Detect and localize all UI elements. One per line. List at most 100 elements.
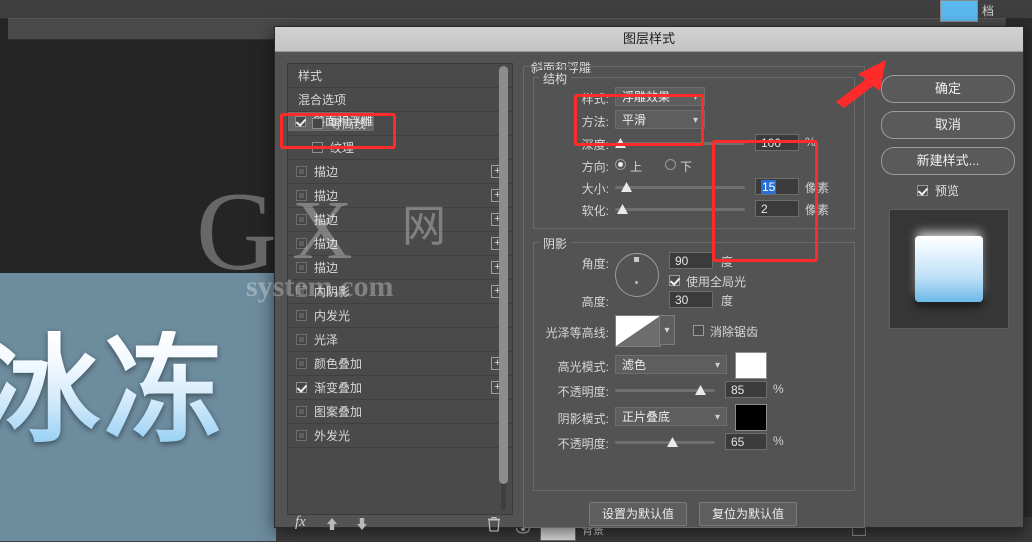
effect-list-item[interactable]: 内发光 [288,304,512,328]
highlight-mode-label: 高光模式: [537,358,609,375]
effect-enable-checkbox[interactable] [296,310,307,321]
effect-list-item-label: 光泽 [314,331,338,348]
cancel-button[interactable]: 取消 [881,111,1015,139]
effect-list-item-label: 颜色叠加 [314,355,362,372]
direction-up-radio[interactable] [615,159,626,170]
effect-list-item[interactable]: 外发光 [288,424,512,448]
dialog-title: 图层样式 [275,27,1023,52]
effect-list-item-label: 描边 [314,235,338,252]
effect-enable-checkbox[interactable] [296,190,307,201]
foreground-color-swatch[interactable] [940,0,978,22]
global-light-checkbox[interactable] [669,275,680,286]
effects-toolbar[interactable]: fx [287,513,511,535]
gloss-contour-dropdown[interactable]: ▾ [659,315,675,345]
soften-label: 软化: [547,202,609,219]
angle-input[interactable]: 90 [669,252,713,269]
effect-enable-checkbox[interactable] [296,286,307,297]
effect-enable-checkbox[interactable] [296,358,307,369]
altitude-input[interactable]: 30 [669,291,713,308]
soften-unit: 像素 [805,201,829,218]
effect-enable-checkbox[interactable] [296,214,307,225]
document-tab-label: 档 [982,2,994,19]
ok-button[interactable]: 确定 [881,75,1015,103]
angle-dial[interactable] [615,253,659,297]
effect-list-item[interactable]: 内阴影+ [288,280,512,304]
effect-enable-checkbox[interactable] [312,118,323,129]
highlight-mode-select[interactable]: 滤色 ▾ [615,355,727,374]
depth-input[interactable]: 100 [755,134,799,151]
shadow-color-swatch[interactable] [735,404,767,431]
size-input[interactable]: 15 [755,178,799,195]
gloss-contour-label: 光泽等高线: [527,324,609,341]
effect-list-item-label: 外发光 [314,427,350,444]
soften-input[interactable]: 2 [755,200,799,217]
effect-list-item[interactable]: 描边+ [288,184,512,208]
shadow-mode-select[interactable]: 正片叠底 ▾ [615,407,727,426]
new-style-button[interactable]: 新建样式... [881,147,1015,175]
effect-enable-checkbox[interactable] [296,238,307,249]
set-default-button[interactable]: 设置为默认值 [589,502,687,526]
effect-list-item-label: 样式 [298,67,322,84]
direction-down-radio[interactable] [665,159,676,170]
direction-down-label: 下 [680,158,700,175]
size-slider[interactable] [615,182,745,194]
preview-chip [915,236,983,302]
size-input-value: 15 [761,180,776,194]
shadow-opacity-unit: % [773,434,784,448]
effect-list-item-label: 混合选项 [298,91,346,108]
highlight-color-swatch[interactable] [735,352,767,379]
highlight-opacity-slider[interactable] [615,385,715,397]
angle-label: 角度: [539,255,609,272]
effect-list-item[interactable]: 混合选项 [288,88,512,112]
reset-default-button[interactable]: 复位为默认值 [699,502,797,526]
effect-enable-checkbox[interactable] [296,334,307,345]
document-canvas[interactable]: 冰冻 [0,273,276,541]
arrow-up-icon[interactable] [325,517,339,531]
size-unit: 像素 [805,179,829,196]
effect-enable-checkbox[interactable] [296,166,307,177]
effect-enable-checkbox[interactable] [296,406,307,417]
effect-list-item[interactable]: 颜色叠加+ [288,352,512,376]
gloss-contour-preview[interactable] [615,315,661,347]
antialias-checkbox[interactable] [693,325,704,336]
effect-list-item[interactable]: 描边+ [288,160,512,184]
effect-list-item[interactable]: 等高线 [288,112,512,136]
technique-select[interactable]: 平滑 ▾ [615,110,705,129]
depth-slider[interactable] [615,138,745,150]
effect-enable-checkbox[interactable] [312,142,323,153]
effect-list-item[interactable]: 渐变叠加+ [288,376,512,400]
global-light-label: 使用全局光 [686,273,776,290]
trash-icon[interactable] [487,516,501,532]
effect-list-item[interactable]: 光泽 [288,328,512,352]
depth-label: 深度: [547,136,609,153]
effect-list-item[interactable]: 纹理 [288,136,512,160]
effect-list-item[interactable]: 描边+ [288,232,512,256]
chevron-down-icon: ▾ [715,408,720,427]
effects-list[interactable]: 样式混合选项斜面和浮雕等高线纹理描边+描边+描边+描边+描边+内阴影+内发光光泽… [287,63,513,515]
fx-icon[interactable]: fx [295,514,306,531]
style-select-value: 浮雕效果 [622,90,670,104]
technique-select-value: 平滑 [622,113,646,127]
effect-enable-checkbox[interactable] [296,430,307,441]
effect-list-item[interactable]: 描边+ [288,208,512,232]
effect-list-item[interactable]: 图案叠加 [288,400,512,424]
style-select[interactable]: 浮雕效果 ▾ [615,87,705,106]
size-label: 大小: [547,180,609,197]
effect-list-item-label: 图案叠加 [314,403,362,420]
menu-bar [0,0,1032,19]
effect-list-item-label: 渐变叠加 [314,379,362,396]
structure-title: 结构 [539,70,571,87]
arrow-down-icon[interactable] [355,517,369,531]
soften-slider[interactable] [615,204,745,216]
shadow-mode-label: 阴影模式: [537,410,609,427]
effects-list-scrollbar[interactable] [499,66,508,510]
effect-enable-checkbox[interactable] [296,262,307,273]
effect-list-item[interactable]: 描边+ [288,256,512,280]
chevron-down-icon: ▾ [693,111,698,130]
effect-enable-checkbox[interactable] [296,382,307,393]
shadow-opacity-input[interactable]: 65 [725,433,767,450]
shadow-opacity-slider[interactable] [615,437,715,449]
effect-list-item[interactable]: 样式 [288,64,512,88]
highlight-opacity-input[interactable]: 85 [725,381,767,398]
preview-checkbox[interactable] [917,185,928,196]
